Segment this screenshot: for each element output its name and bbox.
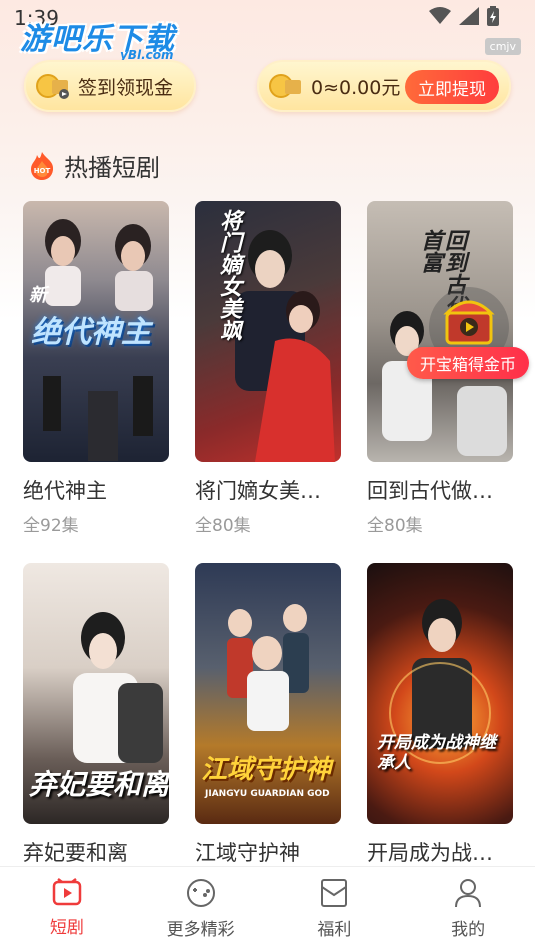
drama-episodes: 全80集 [195, 516, 251, 536]
section-title: 热播短剧 [64, 154, 160, 182]
drama-title[interactable]: 弃妃要和离 [23, 837, 173, 867]
signin-cash-button[interactable]: 签到领现金 [24, 60, 196, 112]
hot-fire-icon: HOT [31, 151, 54, 180]
watermark-logo: 游吧乐下载 yBl.com [20, 14, 175, 62]
drama-card[interactable]: 将门嫡女美飒 将门嫡女美… 全80集 [195, 201, 341, 536]
nav-item-more[interactable]: 更多精彩 [134, 867, 268, 951]
drama-title[interactable]: 开局成为战… [367, 837, 517, 867]
poster-title-text: 绝代神主 [31, 315, 151, 350]
drama-poster[interactable]: 开局成为战神继承人 [367, 563, 513, 824]
section-header: HOT 热播短剧 [28, 148, 160, 183]
withdraw-button[interactable]: 立即提现 [405, 70, 499, 104]
treasure-label: 开宝箱得金币 [407, 347, 529, 379]
balance-pill: 0≈0.00元 立即提现 [257, 60, 511, 112]
drama-poster[interactable]: 弃妃要和离 [23, 563, 169, 824]
user-icon [455, 879, 482, 908]
drama-title[interactable]: 回到古代做… [367, 475, 517, 505]
signin-label: 签到领现金 [78, 76, 174, 99]
drama-card[interactable]: 开局成为战神继承人 开局成为战… [367, 563, 513, 865]
treasure-chest-button[interactable]: 开宝箱得金币 [407, 283, 529, 379]
drama-title[interactable]: 江域守护神 [195, 837, 345, 867]
wifi-icon [429, 7, 451, 24]
nav-label: 福利 [317, 920, 352, 940]
nav-item-mine[interactable]: 我的 [401, 867, 535, 951]
game-controller-icon [186, 879, 215, 907]
play-box-icon [52, 878, 82, 906]
drama-poster[interactable]: 绝代神主 新 [23, 201, 169, 462]
poster-figures [389, 599, 491, 764]
envelope-icon [321, 879, 348, 907]
hot-badge-text: HOT [34, 167, 51, 175]
drama-card[interactable]: 绝代神主 新 绝代神主 全92集 [23, 201, 169, 536]
drama-poster[interactable]: 将门嫡女美飒 [195, 201, 341, 462]
drama-card[interactable]: 弃妃要和离 弃妃要和离 [23, 563, 169, 865]
battery-icon [487, 6, 499, 26]
status-icons [429, 6, 499, 26]
drama-episodes: 全92集 [23, 516, 79, 536]
nav-item-shorts[interactable]: 短剧 [0, 867, 134, 951]
drama-title[interactable]: 将门嫡女美… [195, 475, 345, 505]
poster-title-text: 江域守护神 [201, 755, 332, 785]
signal-icon [459, 7, 479, 25]
drama-title[interactable]: 绝代神主 [23, 475, 173, 505]
nav-label: 短剧 [49, 918, 84, 938]
corner-tag: cmjv [484, 38, 521, 55]
nav-label: 更多精彩 [166, 920, 235, 940]
poster-title-text: 弃妃要和离 [29, 768, 169, 801]
drama-poster[interactable]: 江域守护神 JIANGYU GUARDIAN GOD [195, 563, 341, 824]
bottom-nav: 短剧 更多精彩 福利 我的 [0, 866, 535, 951]
coin-wallet-icon [269, 72, 303, 100]
nav-label: 我的 [451, 920, 486, 940]
poster-subtitle-text: JIANGYU GUARDIAN GOD [205, 789, 330, 799]
poster-title-text: 开局成为战神继承人 [377, 733, 496, 773]
treasure-chest-icon [429, 287, 509, 353]
drama-card[interactable]: 江域守护神 JIANGYU GUARDIAN GOD 江域守护神 [195, 563, 341, 865]
nav-item-welfare[interactable]: 福利 [268, 867, 402, 951]
drama-episodes: 全80集 [367, 516, 423, 536]
poster-tag-text: 新 [29, 285, 47, 306]
coin-icon [36, 72, 70, 100]
poster-title-text: 将门嫡女美飒 [216, 209, 241, 341]
balance-value: 0≈0.00元 [311, 76, 401, 99]
